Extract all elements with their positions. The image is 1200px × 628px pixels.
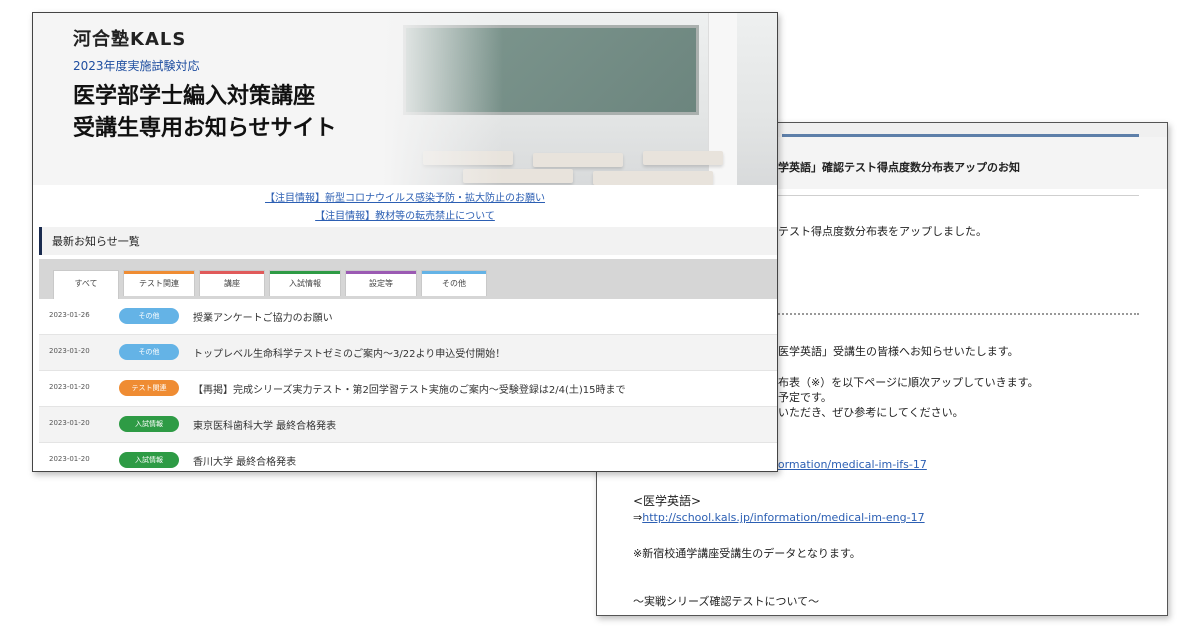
- kals-logo[interactable]: 河合塾KALS: [73, 25, 186, 51]
- news-date: 2023-01-20: [49, 347, 90, 355]
- tab-exam-info[interactable]: 入試情報: [269, 270, 341, 296]
- detail-link-2-row: ⇒http://school.kals.jp/information/medic…: [633, 511, 925, 524]
- detail-greeting: 「医学英語」受講生の皆様へお知らせいたします。: [767, 345, 1019, 358]
- detail-body-line-1: 分布表（※）を以下ページに順次アップしていきます。: [767, 376, 1039, 389]
- section-title: 最新お知らせ一覧: [52, 235, 140, 248]
- hero-banner: 河合塾KALS 2023年度実施試験対応 医学部学士編入対策講座 受講生専用お知…: [33, 13, 777, 185]
- news-title[interactable]: 香川大学 最終合格発表: [193, 453, 296, 468]
- news-row[interactable]: 2023-01-26 その他 授業アンケートご協力のお願い: [39, 299, 777, 335]
- hero-fade: [383, 13, 503, 185]
- section-header: 最新お知らせ一覧: [39, 227, 777, 255]
- arrow-icon: ⇒: [633, 511, 643, 524]
- detail-body-line-3: 覧いただき、ぜひ参考にしてください。: [767, 406, 964, 419]
- detail-footer-heading: ～実戦シリーズ確認テストについて～: [633, 595, 820, 608]
- tab-all[interactable]: すべて: [53, 270, 119, 299]
- desk: [643, 151, 723, 165]
- category-badge: その他: [119, 344, 179, 360]
- news-title[interactable]: 東京医科歯科大学 最終合格発表: [193, 417, 336, 432]
- notice-link-2[interactable]: 【注目情報】教材等の転売禁止について: [33, 207, 777, 222]
- detail-link-1[interactable]: nformation/medical-im-ifs-17: [767, 458, 927, 471]
- news-row[interactable]: 2023-01-20 入試情報 香川大学 最終合格発表: [39, 443, 777, 471]
- news-row[interactable]: 2023-01-20 テスト関連 【再掲】完成シリーズ実力テスト・第2回学習テス…: [39, 371, 777, 407]
- news-date: 2023-01-26: [49, 311, 90, 319]
- news-title[interactable]: 【再掲】完成シリーズ実力テスト・第2回学習テスト実施のご案内～受験登録は2/4(…: [193, 381, 625, 396]
- detail-title: 医学英語」確認テスト得点度数分布表アップのお知: [767, 161, 1020, 174]
- portal-window: 河合塾KALS 2023年度実施試験対応 医学部学士編入対策講座 受講生専用お知…: [32, 12, 778, 472]
- page-title-line-1: 医学部学士編入対策講座: [73, 84, 316, 109]
- desk: [593, 171, 713, 185]
- category-badge: その他: [119, 308, 179, 324]
- detail-intro: 認テスト得点度数分布表をアップしました。: [767, 225, 987, 238]
- news-title[interactable]: トップレベル生命科学テストゼミのご案内～3/22より申込受付開始！: [193, 345, 505, 360]
- page-title: 医学部学士編入対策講座 受講生専用お知らせサイト: [73, 81, 337, 145]
- news-date: 2023-01-20: [49, 455, 90, 463]
- news-row[interactable]: 2023-01-20 その他 トップレベル生命科学テストゼミのご案内～3/22よ…: [39, 335, 777, 371]
- dotted-divider: [767, 313, 1139, 315]
- category-tabs: すべて テスト関連 講座 入試情報 設定等 その他: [39, 259, 777, 299]
- notice-link-1[interactable]: 【注目情報】新型コロナウイルス感染予防・拡大防止のお願い: [33, 189, 777, 204]
- tab-other[interactable]: その他: [421, 270, 487, 296]
- divider: [767, 195, 1139, 196]
- category-badge: 入試情報: [119, 452, 179, 468]
- category-badge: テスト関連: [119, 380, 179, 396]
- hero-subtitle: 2023年度実施試験対応: [73, 59, 200, 73]
- tab-test[interactable]: テスト関連: [123, 270, 195, 296]
- category-badge: 入試情報: [119, 416, 179, 432]
- news-title[interactable]: 授業アンケートご協力のお願い: [193, 309, 333, 324]
- news-date: 2023-01-20: [49, 419, 90, 427]
- page-title-line-2: 受講生専用お知らせサイト: [73, 116, 337, 141]
- tab-course[interactable]: 講座: [199, 270, 265, 296]
- detail-section-english: <医学英語>: [633, 494, 702, 508]
- news-row[interactable]: 2023-01-20 入試情報 東京医科歯科大学 最終合格発表: [39, 407, 777, 443]
- news-date: 2023-01-20: [49, 383, 90, 391]
- desk: [533, 153, 623, 167]
- tab-settings[interactable]: 設定等: [345, 270, 417, 296]
- detail-note: ※新宿校通学講座受講生のデータとなります。: [633, 547, 861, 560]
- detail-link-2[interactable]: http://school.kals.jp/information/medica…: [642, 511, 924, 524]
